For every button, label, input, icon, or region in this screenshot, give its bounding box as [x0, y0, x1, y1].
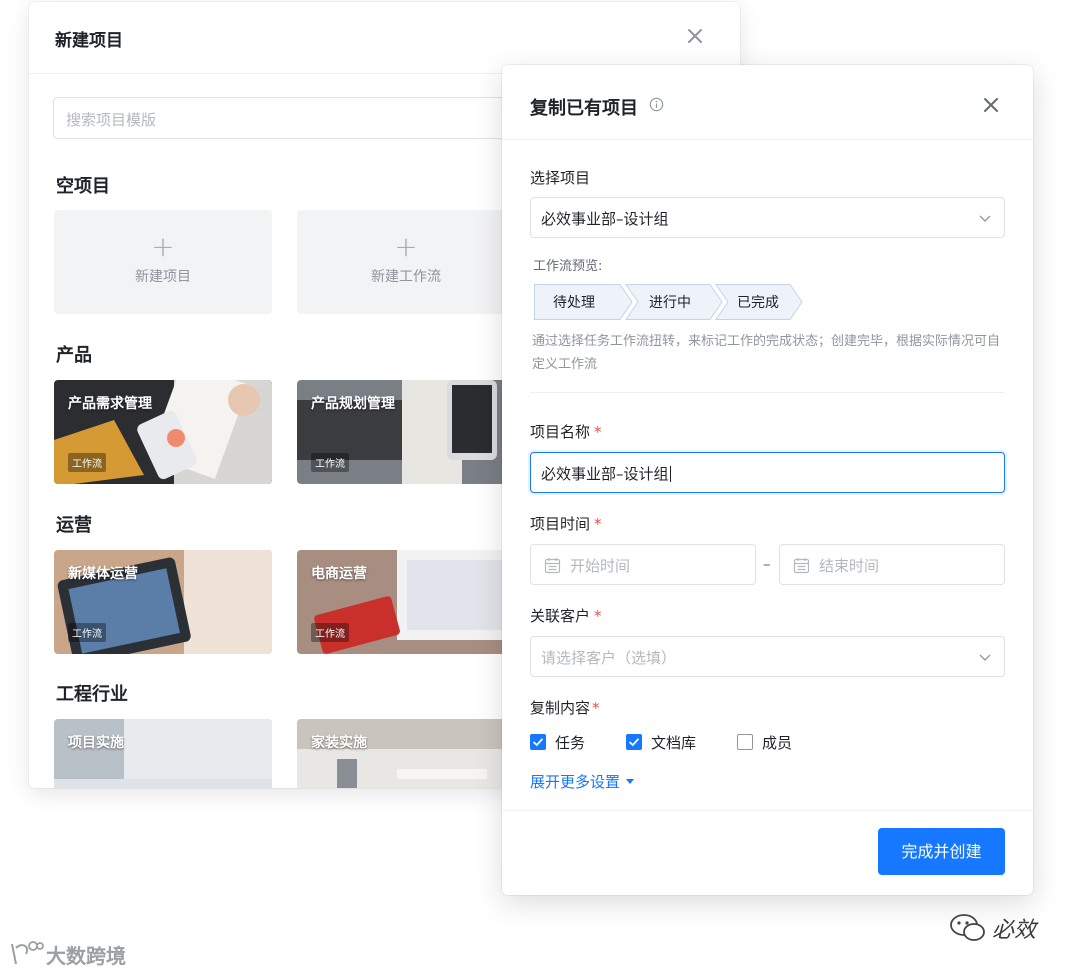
finish-create-button[interactable]: 完成并创建: [878, 828, 1005, 875]
project-name-label-text: 项目名称: [530, 423, 591, 441]
project-time-label-text: 项目时间: [530, 515, 591, 533]
project-name-value: 必效事业部–设计组: [541, 465, 671, 483]
divider: [530, 392, 1005, 393]
workflow-step: 进行中: [625, 284, 723, 320]
section-title-operations: 运营: [56, 515, 92, 536]
workflow-help-text: 通过选择任务工作流扭转，来标记工作的完成状态；创建完毕，根据实际情况可自定义工作…: [532, 334, 1001, 372]
end-date-input[interactable]: 结束时间: [779, 544, 1005, 585]
calendar-icon: [544, 558, 561, 574]
project-time-label: 项目时间 *: [530, 513, 602, 534]
chevron-down-icon: [979, 654, 991, 661]
customer-label: 关联客户 *: [530, 605, 602, 626]
workflow-step: 待处理: [534, 284, 633, 320]
close-icon[interactable]: [683, 24, 707, 48]
step-label: 已完成: [737, 295, 779, 311]
project-name-label: 项目名称 *: [530, 421, 602, 442]
dialog-header: 新建项目: [29, 2, 740, 74]
checkbox-label: 成员: [762, 734, 793, 752]
caret-down-icon: [626, 779, 635, 784]
customer-label-text: 关联客户: [530, 607, 591, 625]
copy-content-label: 复制内容 *: [530, 697, 600, 718]
customer-select[interactable]: 请选择客户（选填）: [530, 636, 1005, 677]
checkbox-members[interactable]: 成员: [737, 733, 807, 753]
footer-divider: [502, 810, 1033, 811]
customer-placeholder: 请选择客户（选填）: [541, 649, 677, 667]
chevron-down-icon: [979, 215, 991, 222]
dialog-title: 新建项目: [55, 31, 123, 51]
card-label: 新建项目: [135, 269, 191, 285]
card-image: [297, 719, 515, 788]
new-project-card[interactable]: + 新建项目: [54, 210, 272, 314]
section-title-empty: 空项目: [56, 176, 110, 197]
workflow-tag: 工作流: [68, 623, 106, 642]
step-label: 待处理: [553, 295, 595, 311]
project-select-value: 必效事业部–设计组: [541, 210, 669, 228]
workflow-preview-label: 工作流预览:: [533, 259, 603, 274]
card-label: 产品规划管理: [311, 396, 395, 412]
card-label: 新媒体运营: [68, 566, 138, 582]
text-caret: [669, 466, 671, 482]
card-label: 电商运营: [311, 566, 367, 582]
watermark-logo-icon: [11, 941, 44, 965]
info-icon[interactable]: [649, 97, 664, 112]
close-icon[interactable]: [980, 94, 1002, 116]
watermark-right: 必效: [948, 910, 1048, 946]
template-card-product-planning[interactable]: 产品规划管理 工作流: [297, 380, 515, 484]
project-name-input[interactable]: 必效事业部–设计组: [530, 452, 1005, 493]
workflow-steps: 待处理 进行中 已完成: [534, 284, 803, 320]
watermark-text: 必效: [992, 918, 1037, 943]
template-card-product-requirements[interactable]: 产品需求管理 工作流: [54, 380, 272, 484]
checkbox-docs[interactable]: 文档库: [626, 733, 716, 753]
plus-icon: +: [151, 230, 175, 263]
workflow-tag: 工作流: [311, 623, 349, 642]
start-date-placeholder: 开始时间: [570, 557, 631, 575]
checkbox-checked-icon: [626, 734, 642, 750]
required-mark: *: [594, 607, 602, 625]
wechat-logo-icon: [950, 914, 985, 941]
card-image: [54, 719, 272, 788]
card-label: 产品需求管理: [68, 396, 152, 412]
required-mark: *: [594, 423, 602, 441]
card-label: 新建工作流: [371, 269, 441, 285]
checkbox-checked-icon: [530, 734, 546, 750]
plus-icon: +: [394, 230, 418, 263]
template-card-ecommerce[interactable]: 电商运营 工作流: [297, 550, 515, 654]
expand-more-settings-link[interactable]: 展开更多设置: [530, 771, 635, 792]
checkbox-unchecked-icon: [737, 734, 753, 750]
card-label: 项目实施: [68, 735, 124, 751]
checkbox-label: 文档库: [651, 734, 697, 752]
date-separator: –: [763, 555, 771, 573]
template-card-home-decoration[interactable]: 家装实施: [297, 719, 515, 788]
copy-project-dialog: 复制已有项目 选择项目 必效事业部–设计组 工作流预览: 待处理 进行中 已完成: [502, 65, 1033, 895]
workflow-tag: 工作流: [68, 453, 106, 472]
checkbox-label: 任务: [555, 734, 586, 752]
start-date-input[interactable]: 开始时间: [530, 544, 756, 585]
template-card-new-media[interactable]: 新媒体运营 工作流: [54, 550, 272, 654]
calendar-icon: [793, 558, 810, 574]
dialog-header: 复制已有项目: [502, 65, 1033, 140]
select-project-label: 选择项目: [530, 169, 591, 187]
workflow-tag: 工作流: [311, 453, 349, 472]
section-title-product: 产品: [56, 345, 92, 366]
watermark-left: 大数跨境: [8, 938, 148, 970]
dialog-title: 复制已有项目: [530, 98, 638, 119]
project-select[interactable]: 必效事业部–设计组: [530, 197, 1005, 238]
end-date-placeholder: 结束时间: [819, 557, 880, 575]
template-card-project-implementation[interactable]: 项目实施: [54, 719, 272, 788]
required-mark: *: [594, 515, 602, 533]
required-mark: *: [592, 699, 600, 717]
card-label: 家装实施: [311, 735, 367, 751]
checkbox-tasks[interactable]: 任务: [530, 733, 600, 753]
section-title-engineering: 工程行业: [56, 684, 128, 705]
watermark-text: 大数跨境: [46, 944, 126, 968]
new-workflow-card[interactable]: + 新建工作流: [297, 210, 515, 314]
workflow-step: 已完成: [715, 284, 803, 320]
more-settings-label: 展开更多设置: [530, 773, 621, 791]
search-placeholder: 搜索项目模版: [66, 111, 157, 129]
copy-content-label-text: 复制内容: [530, 699, 591, 717]
step-label: 进行中: [649, 295, 691, 311]
